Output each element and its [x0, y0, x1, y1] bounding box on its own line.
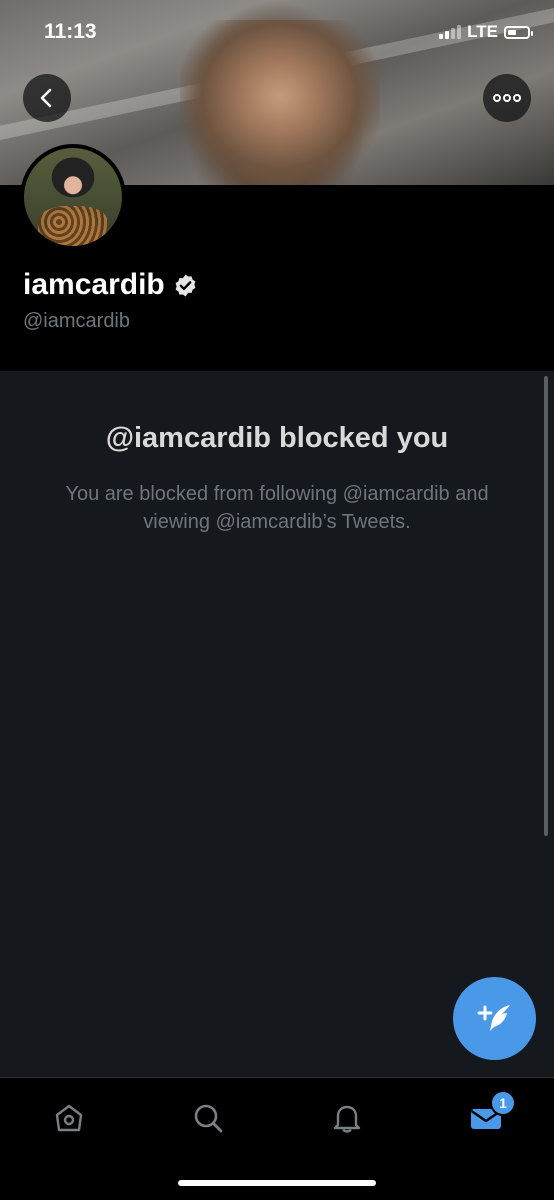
back-button[interactable] [23, 74, 71, 122]
display-name: iamcardib [23, 268, 165, 301]
more-options-button[interactable] [483, 74, 531, 122]
more-icon [493, 94, 521, 102]
search-icon [194, 1104, 223, 1133]
bell-icon [333, 1105, 361, 1133]
compose-tweet-button[interactable] [453, 977, 536, 1060]
tab-search[interactable] [188, 1098, 228, 1138]
status-bar: 11:13 LTE [0, 0, 554, 68]
blocked-title: @iamcardib blocked you [105, 422, 449, 454]
compose-feather-icon [477, 1004, 510, 1031]
signal-icon [439, 25, 462, 39]
display-name-row: iamcardib [23, 268, 198, 302]
messages-badge: 1 [490, 1090, 516, 1116]
home-indicator[interactable] [178, 1180, 376, 1186]
profile-handle: @iamcardib [23, 310, 131, 332]
battery-icon [504, 25, 533, 39]
avatar[interactable] [20, 144, 126, 250]
blocked-content-area [0, 371, 554, 1077]
blocked-description: You are blocked from following @iamcardi… [65, 483, 489, 533]
tab-notifications[interactable] [327, 1098, 367, 1138]
status-time: 11:13 [44, 20, 97, 43]
status-indicators: LTE [439, 22, 533, 42]
tab-home[interactable] [49, 1098, 89, 1138]
home-icon [55, 1104, 83, 1132]
chevron-left-icon [40, 88, 52, 108]
network-type: LTE [467, 22, 498, 41]
verified-badge-icon [175, 274, 196, 296]
